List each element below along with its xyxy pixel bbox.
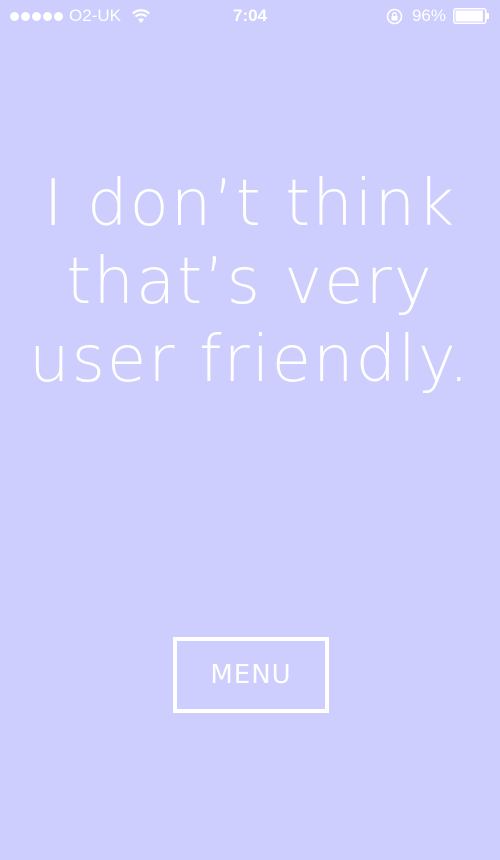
status-right: 96% [386, 6, 490, 26]
status-bar: O2-UK 7:04 96% [0, 0, 500, 32]
headline-line: that’s very [66, 245, 434, 319]
menu-button[interactable]: MENU [173, 637, 329, 713]
headline: I don’t think that’s very user friendly. [0, 165, 500, 399]
headline-line: I don’t think [43, 167, 457, 241]
battery-icon [453, 8, 489, 24]
headline-line: user friendly. [29, 323, 471, 397]
rotation-lock-icon [386, 8, 403, 24]
battery-percent: 96% [411, 6, 446, 25]
